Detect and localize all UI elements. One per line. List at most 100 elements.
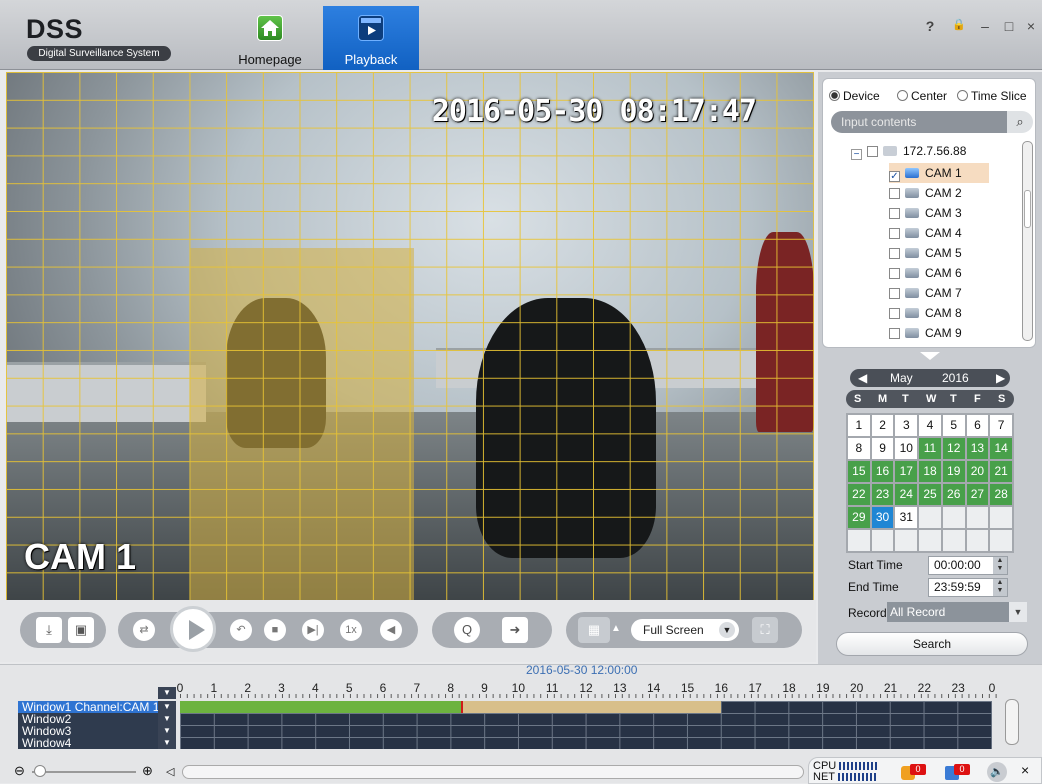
expand-icon[interactable]: ⛶ — [752, 617, 778, 643]
prev-month-icon[interactable]: ◀ — [858, 369, 867, 387]
camera-checkbox[interactable]: ✓ — [889, 171, 900, 182]
tree-camera-item[interactable]: CAM 3 — [889, 203, 962, 223]
status-close-icon[interactable]: × — [1021, 762, 1029, 778]
layout-dropdown-icon[interactable]: ▲ — [611, 623, 621, 634]
collapse-icon[interactable]: − — [851, 149, 862, 160]
record-type-select[interactable]: All Record — [887, 602, 1027, 622]
camera-checkbox[interactable] — [889, 188, 900, 199]
zoom-slider[interactable]: ⊖ ⊕ — [14, 763, 166, 779]
window-dropdown-icon[interactable]: ▼ — [158, 701, 176, 713]
tree-camera-item[interactable]: CAM 8 — [889, 303, 962, 323]
device-checkbox[interactable] — [867, 146, 878, 157]
chevron-down-icon[interactable]: ▼ — [1009, 602, 1027, 622]
calendar-day[interactable]: 13 — [965, 437, 990, 460]
volume-icon[interactable]: 🔈 — [987, 762, 1007, 782]
step-frame-icon[interactable]: ▶| — [302, 619, 324, 641]
camera-checkbox[interactable] — [889, 228, 900, 239]
help-button[interactable]: ? — [921, 18, 939, 34]
calendar-day[interactable]: 9 — [870, 437, 895, 460]
alarm-icon[interactable]: 0 — [901, 764, 926, 780]
window-row-label[interactable]: Window3 — [18, 725, 158, 737]
timeline-horizontal-scrollbar[interactable] — [182, 765, 804, 779]
maximize-button[interactable]: □ — [1000, 18, 1018, 34]
radio-device[interactable]: Device — [829, 89, 880, 103]
tree-camera-item[interactable]: CAM 9 — [889, 323, 962, 343]
window-dropdown-icon[interactable]: ▼ — [158, 713, 176, 725]
tree-camera-item[interactable]: CAM 4 — [889, 223, 962, 243]
camera-checkbox[interactable] — [889, 308, 900, 319]
calendar-day[interactable]: 2 — [870, 414, 895, 437]
radio-time-slice[interactable]: Time Slice — [957, 89, 1027, 103]
calendar-day[interactable]: 5 — [941, 414, 966, 437]
tab-playback[interactable]: Playback — [323, 6, 419, 70]
calendar-day[interactable]: 1 — [847, 414, 871, 437]
calendar-day[interactable]: 17 — [894, 460, 919, 483]
window-row-label[interactable]: Window2 — [18, 713, 158, 725]
start-time-spinner[interactable]: ▲ ▼ — [993, 557, 1007, 574]
zoom-out-icon[interactable]: ⊖ — [14, 763, 25, 779]
calendar-day[interactable]: 4 — [918, 414, 942, 437]
window-row-label[interactable]: Window4 — [18, 737, 158, 749]
search-icon[interactable]: ⌕ — [1007, 111, 1033, 133]
timeline-track-area[interactable] — [180, 701, 992, 749]
tree-root-device[interactable]: −172.7.56.88 — [851, 141, 966, 161]
end-time-field[interactable]: 23:59:59 ▲ ▼ — [928, 578, 1008, 597]
calendar-day[interactable]: 14 — [989, 437, 1013, 460]
timeline-scrollbar[interactable] — [1005, 699, 1019, 745]
calendar-day[interactable]: 12 — [941, 437, 966, 460]
tree-camera-item[interactable]: CAM 5 — [889, 243, 962, 263]
camera-checkbox[interactable] — [889, 328, 900, 339]
camera-checkbox[interactable] — [889, 288, 900, 299]
sync-icon[interactable]: ⇄ — [133, 619, 155, 641]
calendar-day[interactable]: 19 — [941, 460, 966, 483]
zoom-thumb[interactable] — [34, 765, 46, 777]
calendar-day[interactable]: 20 — [965, 460, 990, 483]
tree-camera-item[interactable]: CAM 6 — [889, 263, 962, 283]
calendar-day[interactable]: 24 — [894, 483, 919, 506]
tab-homepage[interactable]: Homepage — [222, 6, 318, 70]
video-view[interactable]: 2016-05-30 08:17:47 CAM 1 — [6, 72, 814, 600]
start-time-field[interactable]: 00:00:00 ▲ ▼ — [928, 556, 1008, 575]
camera-checkbox[interactable] — [889, 248, 900, 259]
collapse-all-icon[interactable]: ▼ — [158, 687, 176, 699]
window-dropdown-icon[interactable]: ▼ — [158, 725, 176, 737]
fullscreen-select[interactable]: Full Screen ▼ — [631, 619, 739, 641]
stop-button[interactable]: ■ — [264, 619, 286, 641]
camera-checkbox[interactable] — [889, 208, 900, 219]
tree-scrollbar[interactable] — [1022, 141, 1033, 341]
calendar-day[interactable]: 11 — [918, 437, 942, 460]
calendar-day[interactable]: 31 — [894, 506, 919, 529]
tree-camera-item[interactable]: CAM 7 — [889, 283, 962, 303]
played-record-segment[interactable] — [180, 701, 461, 713]
calendar-day[interactable]: 29 — [847, 506, 871, 529]
playback-cursor[interactable] — [460, 701, 463, 713]
zoom-in-icon[interactable]: ⊕ — [142, 763, 153, 779]
calendar-day[interactable]: 22 — [847, 483, 871, 506]
message-icon[interactable]: 0 — [945, 764, 970, 780]
lock-icon[interactable]: 🔒 — [950, 18, 968, 31]
next-month-icon[interactable]: ▶ — [996, 369, 1005, 387]
tree-camera-item[interactable]: ✓ CAM 1 — [889, 163, 989, 183]
slow-icon[interactable]: ◀ — [380, 619, 402, 641]
camera-checkbox[interactable] — [889, 268, 900, 279]
radio-center[interactable]: Center — [897, 89, 947, 103]
calendar-day[interactable]: 18 — [918, 460, 942, 483]
folder-settings-icon[interactable]: ▣ — [68, 617, 94, 643]
tree-scrollbar-thumb[interactable] — [1024, 190, 1031, 228]
scroll-left-icon[interactable]: ◁ — [166, 765, 174, 778]
calendar-day[interactable]: 26 — [941, 483, 966, 506]
calendar-day[interactable]: 10 — [894, 437, 919, 460]
search-zoom-icon[interactable]: Q — [454, 617, 480, 643]
calendar-day[interactable]: 25 — [918, 483, 942, 506]
calendar-day[interactable]: 6 — [965, 414, 990, 437]
speed-button[interactable]: 1x — [340, 619, 362, 641]
calendar-day[interactable]: 16 — [870, 460, 895, 483]
search-input[interactable]: Input contents — [831, 111, 1007, 133]
calendar-day[interactable]: 8 — [847, 437, 871, 460]
export-icon[interactable]: ➜ — [502, 617, 528, 643]
record-segment[interactable] — [460, 701, 722, 713]
calendar-day[interactable]: 27 — [965, 483, 990, 506]
window-dropdown-icon[interactable]: ▼ — [158, 737, 176, 749]
calendar-day[interactable]: 28 — [989, 483, 1013, 506]
close-button[interactable]: × — [1022, 18, 1040, 34]
